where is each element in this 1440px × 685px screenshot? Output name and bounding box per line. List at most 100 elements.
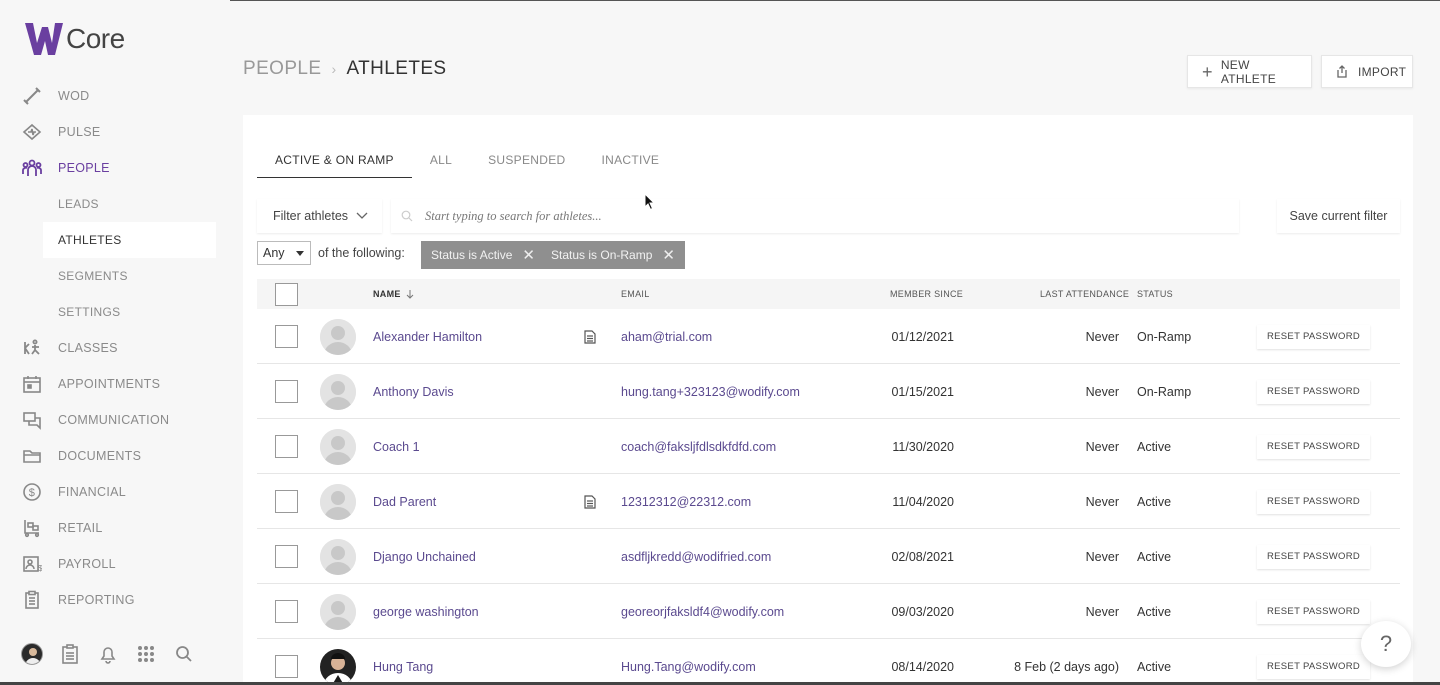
tab-active-on-ramp[interactable]: ACTIVE & ON RAMP (257, 143, 412, 178)
avatar[interactable] (320, 428, 356, 465)
last-attendance-value: Never (1085, 549, 1119, 564)
tab-all[interactable]: ALL (412, 143, 470, 178)
sidebar-item-appointments[interactable]: APPOINTMENTS (20, 366, 216, 402)
sidebar-item-communication[interactable]: COMMUNICATION (20, 402, 216, 438)
member-since-value: 01/12/2021 (891, 329, 954, 344)
athlete-name-link[interactable]: Anthony Davis (373, 385, 454, 399)
row-checkbox[interactable] (275, 435, 298, 458)
filter-athletes-dropdown[interactable]: Filter athletes (257, 199, 382, 233)
filter-label: Filter athletes (273, 209, 349, 223)
sidebar-item-classes[interactable]: CLASSES (20, 330, 216, 366)
avatar[interactable] (320, 648, 356, 685)
logo[interactable]: Core (24, 20, 125, 58)
athlete-name-link[interactable]: Django Unchained (373, 550, 476, 564)
sidebar-item-wod[interactable]: WOD (20, 78, 216, 114)
row-checkbox[interactable] (275, 380, 298, 403)
athlete-email-link[interactable]: georeorjfaksldf4@wodify.com (621, 605, 784, 619)
column-member-since-header[interactable]: MEMBER SINCE (890, 279, 963, 309)
help-button[interactable]: ? (1361, 621, 1411, 667)
filter-chip-on-ramp[interactable]: Status is On-Ramp ✕ (541, 241, 685, 269)
member-since-value: 11/30/2020 (892, 439, 954, 454)
tab-inactive[interactable]: INACTIVE (583, 143, 677, 178)
apps-grid-icon[interactable] (134, 642, 158, 666)
page-title: ATHLETES (346, 58, 447, 79)
athlete-email-link[interactable]: hung.tang+323123@wodify.com (621, 385, 800, 399)
document-icon[interactable] (584, 309, 596, 364)
filter-chip-active[interactable]: Status is Active ✕ (421, 241, 545, 269)
reset-password-button[interactable]: RESET PASSWORD (1257, 489, 1371, 514)
new-athlete-button[interactable]: + NEW ATHLETE (1187, 55, 1312, 88)
table-row: Hung Tang Hung.Tang@wodify.com 08/14/202… (257, 639, 1400, 685)
athlete-name-link[interactable]: Dad Parent (373, 495, 436, 509)
athlete-email-link[interactable]: 12312312@22312.com (621, 495, 751, 509)
row-checkbox[interactable] (275, 490, 298, 513)
athlete-name-link[interactable]: Alexander Hamilton (373, 330, 482, 344)
close-icon[interactable]: ✕ (662, 248, 675, 263)
import-button[interactable]: IMPORT (1321, 55, 1413, 88)
select-all-checkbox[interactable] (275, 282, 298, 306)
athlete-email-link[interactable]: coach@faksljfdlsdkfdfd.com (621, 440, 776, 454)
last-attendance-value: Never (1085, 384, 1119, 399)
chip-label: Status is Active (431, 248, 513, 262)
last-attendance-value: Never (1085, 494, 1119, 509)
avatar[interactable] (320, 483, 356, 520)
sidebar: Core WOD PULSE PEOPLE LEADS ATHLETES SEG… (0, 0, 230, 685)
match-select-value: Any (263, 246, 285, 260)
sidebar-subitem-settings[interactable]: SETTINGS (43, 294, 216, 330)
breadcrumb-parent[interactable]: PEOPLE (243, 58, 321, 80)
column-name-header[interactable]: NAME (373, 279, 414, 309)
sidebar-subitem-athletes[interactable]: ATHLETES (43, 222, 216, 258)
reset-password-button[interactable]: RESET PASSWORD (1257, 379, 1371, 404)
tab-suspended[interactable]: SUSPENDED (470, 143, 583, 178)
reset-password-button[interactable]: RESET PASSWORD (1257, 654, 1371, 679)
import-label: IMPORT (1358, 64, 1407, 79)
search-input[interactable] (425, 208, 1225, 224)
reset-password-button[interactable]: RESET PASSWORD (1257, 599, 1371, 624)
sidebar-item-pulse[interactable]: PULSE (20, 114, 216, 150)
sidebar-item-people[interactable]: PEOPLE (20, 150, 216, 186)
sidebar-item-financial[interactable]: $ FINANCIAL (20, 474, 216, 510)
sidebar-item-reporting[interactable]: REPORTING (20, 582, 216, 618)
reset-password-button[interactable]: RESET PASSWORD (1257, 324, 1371, 349)
row-checkbox[interactable] (275, 655, 298, 678)
chat-icon (20, 408, 44, 432)
athlete-email-link[interactable]: Hung.Tang@wodify.com (621, 660, 756, 674)
sidebar-item-retail[interactable]: RETAIL (20, 510, 216, 546)
search-icon (401, 210, 413, 222)
athlete-name-link[interactable]: george washington (373, 605, 479, 619)
reset-password-button[interactable]: RESET PASSWORD (1257, 544, 1371, 569)
athlete-name-link[interactable]: Hung Tang (373, 660, 433, 674)
clipboard-icon[interactable] (58, 642, 82, 666)
athlete-name-link[interactable]: Coach 1 (373, 440, 420, 454)
user-avatar-button[interactable] (20, 642, 44, 666)
match-select[interactable]: Any (257, 241, 311, 265)
sidebar-item-documents[interactable]: DOCUMENTS (20, 438, 216, 474)
column-status-header[interactable]: STATUS (1137, 279, 1173, 309)
sidebar-item-payroll[interactable]: $ PAYROLL (20, 546, 216, 582)
search-icon[interactable] (172, 642, 196, 666)
row-checkbox[interactable] (275, 325, 298, 348)
avatar[interactable] (320, 593, 356, 630)
avatar[interactable] (320, 318, 356, 355)
athlete-email-link[interactable]: aham@trial.com (621, 330, 712, 344)
document-icon[interactable] (584, 474, 596, 529)
reset-password-button[interactable]: RESET PASSWORD (1257, 434, 1371, 459)
column-last-attendance-header[interactable]: LAST ATTENDANCE (1040, 279, 1129, 309)
close-icon[interactable]: ✕ (522, 248, 535, 263)
avatar[interactable] (320, 538, 356, 575)
sidebar-item-label: PEOPLE (58, 161, 110, 175)
sidebar-subitem-segments[interactable]: SEGMENTS (43, 258, 216, 294)
column-email-header[interactable]: EMAIL (621, 279, 650, 309)
save-filter-button[interactable]: Save current filter (1277, 199, 1400, 233)
sidebar-subitem-leads[interactable]: LEADS (43, 186, 216, 222)
sort-down-arrow-icon (406, 289, 414, 299)
athlete-email-link[interactable]: asdfljkredd@wodifried.com (621, 550, 771, 564)
row-checkbox[interactable] (275, 545, 298, 568)
avatar (21, 643, 43, 665)
search-bar (391, 199, 1239, 233)
row-checkbox[interactable] (275, 600, 298, 623)
avatar[interactable] (320, 373, 356, 410)
status-value: On-Ramp (1137, 384, 1192, 399)
member-since-value: 08/14/2020 (891, 659, 954, 674)
bell-icon[interactable] (96, 642, 120, 666)
